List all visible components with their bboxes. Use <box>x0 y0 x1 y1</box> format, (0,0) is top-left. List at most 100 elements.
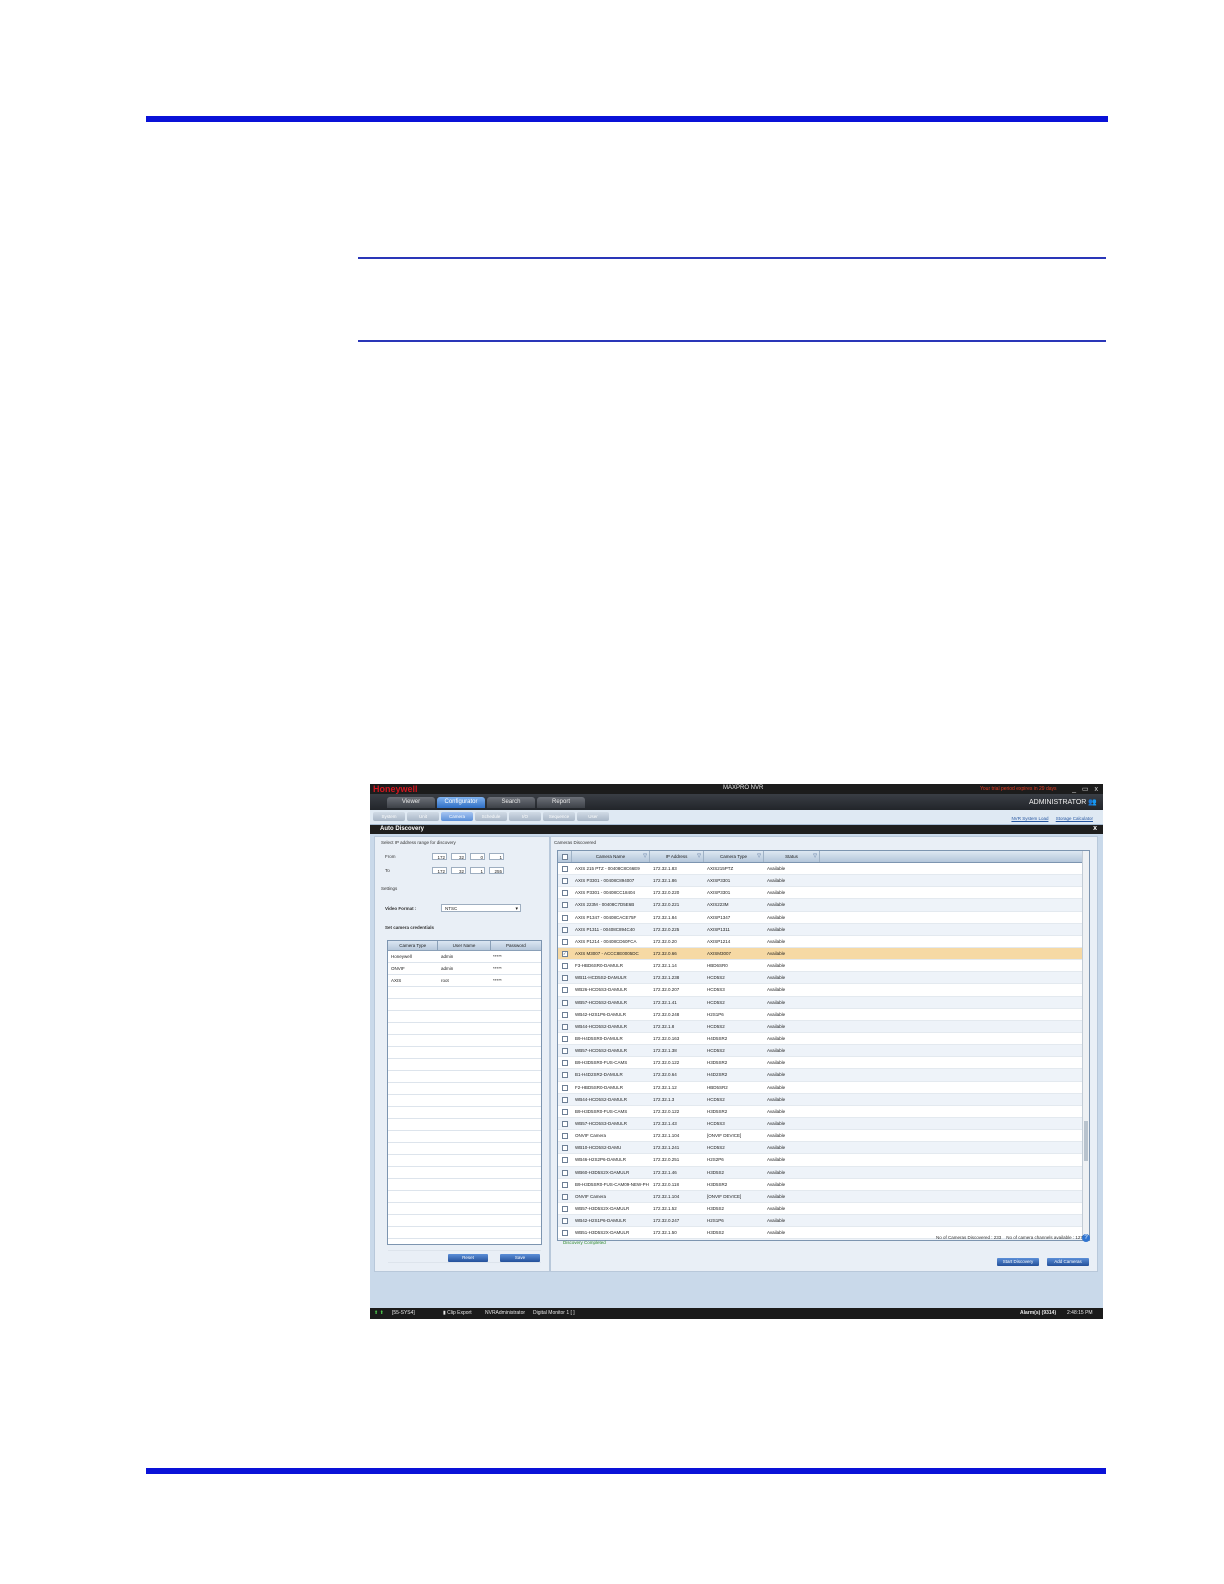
table-row[interactable]: AXIS P1311 - 00408C894C40 172.32.0.225 AXI… <box>558 923 1082 936</box>
filter-icon[interactable]: ▽ <box>697 851 701 862</box>
credential-row[interactable] <box>388 1167 541 1179</box>
subtab-sequence[interactable]: Sequence <box>543 812 575 821</box>
credential-user[interactable]: admin <box>438 951 490 962</box>
add-cameras-button[interactable]: Add Cameras <box>1047 1258 1089 1266</box>
table-row[interactable]: WB46-H2S2P6-DAMULR 172.32.0.251 H2S2P6 Avai… <box>558 1154 1082 1167</box>
subtab-unit[interactable]: Unit <box>407 812 439 821</box>
row-checkbox[interactable] <box>562 1157 568 1164</box>
credential-row[interactable]: AXIS root ***** <box>388 975 541 987</box>
digital-monitor[interactable]: Digital Monitor 1 [ ] <box>533 1310 575 1316</box>
table-row[interactable]: WB42-H2S1P6-DAMULR 172.32.0.248 H2S1P6 Avai… <box>558 1009 1082 1021</box>
subtab-user[interactable]: User <box>577 812 609 821</box>
filter-icon[interactable]: ▽ <box>643 851 647 862</box>
table-row[interactable]: WB57-HCD5S3-DAMULR 172.32.1.43 HCD5S3 Avail… <box>558 1117 1082 1131</box>
row-checkbox[interactable] <box>562 1011 568 1018</box>
row-checkbox[interactable] <box>562 1048 568 1055</box>
alarm-count[interactable]: Alarm(s) (9314) <box>1020 1310 1056 1316</box>
row-checkbox[interactable] <box>562 1108 568 1115</box>
credential-password[interactable]: ***** <box>490 975 541 986</box>
credential-row[interactable] <box>388 1119 541 1131</box>
credential-type[interactable]: ONVIF <box>388 963 438 974</box>
table-row[interactable]: AXIS 215 PTZ - 00408C8C66E9 172.32.1.83 AX… <box>558 863 1082 876</box>
credential-row[interactable] <box>388 1131 541 1143</box>
table-row[interactable]: AXIS P3301 - 00408CC18404 172.32.0.220 AXI… <box>558 887 1082 900</box>
credential-row[interactable] <box>388 1011 541 1023</box>
start-discovery-button[interactable]: Start Discovery <box>997 1258 1039 1266</box>
credential-row[interactable] <box>388 999 541 1011</box>
subtab-io[interactable]: I/O <box>509 812 541 821</box>
close-icon[interactable]: x <box>1093 825 1097 832</box>
table-row[interactable]: WB57-HCD5S2-DAMULR 172.32.1.41 HCD5S2 Avail… <box>558 996 1082 1009</box>
credential-row[interactable]: ONVIF admin ***** <box>388 963 541 975</box>
storage-calculator-link[interactable]: Storage Calculator <box>1056 816 1093 821</box>
credential-row[interactable] <box>388 1179 541 1191</box>
row-checkbox[interactable] <box>562 926 568 933</box>
row-checkbox[interactable] <box>562 1084 568 1091</box>
clip-export[interactable]: ▮ Clip Export <box>443 1310 472 1316</box>
row-checkbox[interactable] <box>562 987 568 994</box>
col-ip-address[interactable]: IP Address ▽ <box>650 851 704 862</box>
table-row[interactable]: B1-H4D2SR2-DAMULR 172.32.0.64 H4D2SR2 Avail… <box>558 1069 1082 1082</box>
table-row[interactable]: WB44-HCD5S2-DAMULR 172.32.1.8 HCD5S2 Availa… <box>558 1020 1082 1033</box>
row-checkbox[interactable] <box>562 914 568 921</box>
row-checkbox[interactable] <box>562 890 568 897</box>
credential-row[interactable] <box>388 1023 541 1035</box>
tab-search[interactable]: Search <box>487 797 535 808</box>
credential-row[interactable] <box>388 1239 541 1251</box>
table-row[interactable]: B9-H3D5SR0-FUS-CAMS 172.32.0.122 H3D5SR2 Av… <box>558 1057 1082 1070</box>
table-row[interactable]: F2-HBD5SR0-DAMULR 172.32.1.12 HBD5SR2 Avail… <box>558 1082 1082 1094</box>
user-icon[interactable]: 👥 <box>1088 799 1097 806</box>
tab-report[interactable]: Report <box>537 797 585 808</box>
row-checkbox[interactable] <box>562 1120 568 1127</box>
to-ip-octet-3[interactable]: 1 <box>470 867 485 874</box>
from-ip-octet-2[interactable]: 32 <box>451 853 466 860</box>
credential-row[interactable] <box>388 1071 541 1083</box>
tab-configurator[interactable]: Configurator <box>437 797 485 808</box>
table-row[interactable]: AXIS P1347 - 00408CACE75F 172.32.1.84 AXIS… <box>558 912 1082 924</box>
table-row[interactable]: ONVIF Camera 172.32.1.104 [ONVIF DEVICE] Av… <box>558 1190 1082 1203</box>
credential-row[interactable] <box>388 1095 541 1107</box>
from-ip-octet-4[interactable]: 1 <box>489 853 504 860</box>
to-ip-octet-1[interactable]: 172 <box>432 867 447 874</box>
table-row[interactable]: ✓ AXIS M3007 - ACCC8E0005DC 172.32.0.66 AXI… <box>558 947 1082 961</box>
subtab-camera[interactable]: Camera <box>441 812 473 821</box>
table-row[interactable]: WB57-HCD5S2-DAMULR 172.32.1.38 HCD5S2 Avail… <box>558 1045 1082 1058</box>
credential-row[interactable] <box>388 1191 541 1203</box>
table-row[interactable]: B9-H3D5SR0-FUS-CAMS 172.32.0.122 H3D5SR2 Av… <box>558 1106 1082 1118</box>
col-camera-type[interactable]: Camera Type <box>388 941 439 950</box>
row-checkbox[interactable] <box>562 1072 568 1079</box>
credential-row[interactable] <box>388 1107 541 1119</box>
table-row[interactable]: WB42-H2S1P6-DAMULR 172.32.0.247 H2S1P6 Avai… <box>558 1215 1082 1228</box>
credential-row[interactable] <box>388 1203 541 1215</box>
col-camera-type[interactable]: Camera Type ▽ <box>704 851 764 862</box>
credential-row[interactable] <box>388 1227 541 1239</box>
filter-icon[interactable]: ▽ <box>757 851 761 862</box>
row-checkbox[interactable] <box>562 1181 568 1188</box>
row-checkbox[interactable] <box>562 1193 568 1200</box>
credential-row[interactable] <box>388 1215 541 1227</box>
credential-password[interactable]: ***** <box>490 951 541 962</box>
table-row[interactable]: ONVIF Camera 172.32.1.104 [ONVIF DEVICE] Av… <box>558 1130 1082 1143</box>
nvr-system-load-link[interactable]: NVR System Load <box>1011 816 1048 821</box>
col-user-name[interactable]: User Name <box>438 941 491 950</box>
table-row[interactable]: WB57-H3D5S2X-DAMULR 172.32.1.52 H3D5S2 Avai… <box>558 1203 1082 1216</box>
table-row[interactable]: WB10-HCD5S2-DAMU 172.32.1.241 HCD5S2 Availa… <box>558 1142 1082 1155</box>
credential-row[interactable] <box>388 1059 541 1071</box>
row-checkbox[interactable]: ✓ <box>562 950 568 957</box>
row-checkbox[interactable] <box>562 999 568 1006</box>
table-row[interactable]: WB44-HCD5S2-DAMULR 172.32.1.3 HCD5S2 Availa… <box>558 1093 1082 1106</box>
credential-row[interactable] <box>388 987 541 999</box>
col-camera-name[interactable]: Camera Name ▽ <box>572 851 650 862</box>
credential-row[interactable] <box>388 1143 541 1155</box>
credential-password[interactable]: ***** <box>490 963 541 974</box>
table-row[interactable]: WB60-H3D5S2X-DAMULR 172.32.1.46 H3D5S2 Avai… <box>558 1166 1082 1179</box>
table-row[interactable]: B9-H4D5SR0-DAMULR 172.32.0.163 H4D5SR2 Avai… <box>558 1033 1082 1046</box>
credential-type[interactable]: Honeywell <box>388 951 438 962</box>
scrollbar-thumb[interactable] <box>1084 1121 1088 1161</box>
row-checkbox[interactable] <box>562 1096 568 1103</box>
col-status[interactable]: Status ▽ <box>764 851 820 862</box>
from-ip-octet-1[interactable]: 172 <box>432 853 447 860</box>
row-checkbox[interactable] <box>562 1133 568 1140</box>
vertical-scrollbar[interactable] <box>1082 851 1089 1240</box>
row-checkbox[interactable] <box>562 1035 568 1042</box>
